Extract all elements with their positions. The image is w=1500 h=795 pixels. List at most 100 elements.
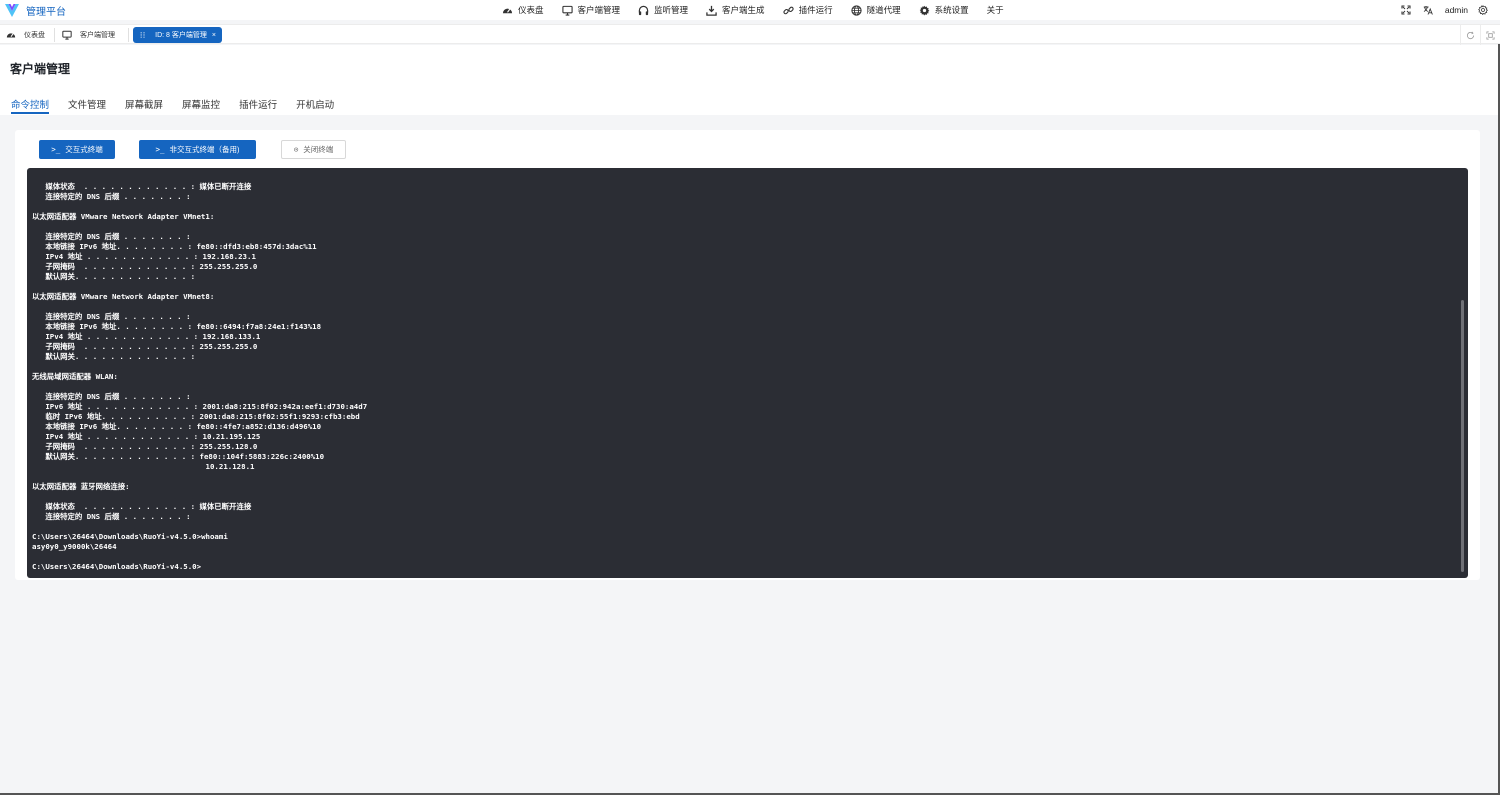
close-terminal-button[interactable]: ⊙ 关闭终端 xyxy=(281,140,346,159)
user-name[interactable]: admin xyxy=(1445,5,1468,15)
subtabs: 命令控制 文件管理 屏幕截屏 屏幕监控 插件运行 开机启动 xyxy=(11,97,353,114)
fullscreen-icon[interactable] xyxy=(1401,5,1411,15)
terminal-line: C:\Users\26464\Downloads\RuoYi-v4.5.0>wh… xyxy=(32,532,228,541)
terminal-line: 媒体状态 . . . . . . . . . . . . : 媒体已断开连接 xyxy=(32,182,252,191)
terminal-line: 以太网适配器 蓝牙网络连接: xyxy=(32,482,130,491)
header-right-tools: admin xyxy=(1401,0,1500,20)
maximize-tab-button[interactable] xyxy=(1480,25,1500,45)
download-icon xyxy=(706,5,717,16)
terminal-line: 子网掩码 . . . . . . . . . . . . : 255.255.2… xyxy=(32,262,258,271)
app-logo-icon[interactable] xyxy=(4,2,20,18)
menu-item-dashboard[interactable]: 仪表盘 xyxy=(502,4,544,16)
page-title: 客户端管理 xyxy=(10,62,71,76)
menu-item-client-generate[interactable]: 客户端生成 xyxy=(706,4,765,16)
tab-divider xyxy=(128,28,129,42)
gear-icon xyxy=(919,5,929,15)
subtab-startup[interactable]: 开机启动 xyxy=(296,97,334,114)
tab-client-detail[interactable]: ID: 8 客户端管理 × xyxy=(133,27,222,43)
main-menu: 仪表盘 客户端管理 监听管理 客户端生成 插件运行 隧道代理 系统设置 关于 xyxy=(502,0,1022,20)
dashboard-icon xyxy=(502,8,513,13)
subtab-command-control[interactable]: 命令控制 xyxy=(11,97,50,114)
menu-item-label: 仪表盘 xyxy=(518,5,544,15)
menu-item-label: 插件运行 xyxy=(798,5,833,15)
link-icon xyxy=(782,6,794,14)
terminal-line: 本地链接 IPv6 地址. . . . . . . . : fe80::6494… xyxy=(32,322,322,331)
menu-item-about[interactable]: 关于 xyxy=(987,4,1004,16)
terminal-text: 媒体状态 . . . . . . . . . . . . : 媒体已断开连接 连… xyxy=(32,182,1442,572)
terminal-line: 本地链接 IPv6 地址. . . . . . . . : fe80::dfd3… xyxy=(32,242,317,251)
button-label: 非交互式终端（备用) xyxy=(169,145,240,154)
terminal-line: 10.21.128.1 xyxy=(32,462,255,471)
tab-close-icon[interactable]: × xyxy=(212,32,216,39)
terminal-line: IPv4 地址 . . . . . . . . . . . . : 10.21.… xyxy=(32,432,261,441)
close-circle-icon: ⊙ xyxy=(293,145,299,154)
terminal-line: 本地链接 IPv6 地址. . . . . . . . : fe80::4fe7… xyxy=(32,422,322,431)
tab-client-management[interactable]: 客户端管理 xyxy=(56,27,121,43)
settings-gear-icon[interactable] xyxy=(1478,5,1488,15)
terminal-line: IPv4 地址 . . . . . . . . . . . . : 192.16… xyxy=(32,252,256,261)
headphones-icon xyxy=(638,5,649,15)
subtab-screenshot[interactable]: 屏幕截屏 xyxy=(125,97,163,114)
subtab-screen-monitor[interactable]: 屏幕监控 xyxy=(182,97,220,114)
terminal-line: 默认网关. . . . . . . . . . . . . : xyxy=(32,352,196,361)
terminal-line: 连接特定的 DNS 后缀 . . . . . . . : xyxy=(32,232,191,241)
menu-item-label: 监听管理 xyxy=(654,5,689,15)
terminal-line: 无线局域网适配器 WLAN: xyxy=(32,372,118,381)
menu-item-label: 系统设置 xyxy=(934,5,969,15)
menu-item-clients[interactable]: 客户端管理 xyxy=(561,4,620,16)
terminal-line: 连接特定的 DNS 后缀 . . . . . . . : xyxy=(32,312,191,321)
terminal-line: 以太网适配器 VMware Network Adapter VMnet8: xyxy=(32,292,215,301)
tabs-actions xyxy=(1460,25,1500,45)
subtab-plugin-run[interactable]: 插件运行 xyxy=(239,97,277,114)
terminal-output[interactable]: 媒体状态 . . . . . . . . . . . . : 媒体已断开连接 连… xyxy=(27,168,1468,578)
monitor-icon xyxy=(62,30,72,40)
globe-icon xyxy=(850,4,862,16)
command-control-panel: >_ 交互式终端 >_ 非交互式终端（备用) ⊙ 关闭终端 媒体状态 . . .… xyxy=(15,130,1480,580)
terminal-line: C:\Users\26464\Downloads\RuoYi-v4.5.0> xyxy=(32,562,202,571)
terminal-scrollbar[interactable] xyxy=(1461,300,1464,572)
tab-dashboard[interactable]: 仪表盘 xyxy=(0,27,51,43)
terminal-line: 默认网关. . . . . . . . . . . . . : xyxy=(32,272,196,281)
terminal-line: 临时 IPv6 地址. . . . . . . . . . : 2001:da8… xyxy=(32,412,360,421)
refresh-tab-button[interactable] xyxy=(1460,25,1480,45)
tab-label: 仪表盘 xyxy=(24,32,45,39)
tabs-bar: 仪表盘 客户端管理 ID: 8 客户端管理 × xyxy=(0,24,1500,45)
terminal-line: IPv6 地址 . . . . . . . . . . . . : 2001:d… xyxy=(32,402,368,411)
translate-icon[interactable] xyxy=(1423,5,1433,15)
terminal-line: 默认网关. . . . . . . . . . . . . : fe80::10… xyxy=(32,452,325,461)
terminal-line: 媒体状态 . . . . . . . . . . . . : 媒体已断开连接 xyxy=(32,502,252,511)
menu-item-label: 客户端生成 xyxy=(722,5,765,15)
tab-label: 客户端管理 xyxy=(80,32,115,39)
interactive-terminal-button[interactable]: >_ 交互式终端 xyxy=(39,140,115,159)
terminal-prompt-icon: >_ xyxy=(51,145,61,154)
menu-item-plugins[interactable]: 插件运行 xyxy=(782,4,833,16)
terminal-line: 连接特定的 DNS 后缀 . . . . . . . : xyxy=(32,512,191,521)
dashboard-icon xyxy=(6,33,16,38)
tab-label: ID: 8 客户端管理 xyxy=(155,32,207,39)
tab-divider xyxy=(54,28,55,42)
terminal-line: asy0y0_y9000k\26464 xyxy=(32,542,117,551)
monitor-icon xyxy=(561,5,573,16)
page-header: 客户端管理 命令控制 文件管理 屏幕截屏 屏幕监控 插件运行 开机启动 xyxy=(0,45,1500,115)
menu-item-settings[interactable]: 系统设置 xyxy=(919,4,969,16)
drag-handle-icon[interactable] xyxy=(139,31,146,39)
terminal-line: 连接特定的 DNS 后缀 . . . . . . . : xyxy=(32,192,191,201)
menu-item-tunnel-proxy[interactable]: 隧道代理 xyxy=(850,4,901,16)
refresh-icon xyxy=(1466,31,1475,39)
button-label: 关闭终端 xyxy=(303,145,334,154)
menu-item-label: 关于 xyxy=(986,5,1004,15)
app-brand[interactable]: 管理平台 xyxy=(26,3,66,18)
terminal-line: 连接特定的 DNS 后缀 . . . . . . . : xyxy=(32,392,191,401)
menu-item-listeners[interactable]: 监听管理 xyxy=(638,4,688,16)
menu-item-label: 隧道代理 xyxy=(866,5,901,15)
subtab-file-management[interactable]: 文件管理 xyxy=(68,97,106,114)
terminal-line: IPv4 地址 . . . . . . . . . . . . : 192.16… xyxy=(32,332,261,341)
noninteractive-terminal-button[interactable]: >_ 非交互式终端（备用) xyxy=(139,140,256,159)
